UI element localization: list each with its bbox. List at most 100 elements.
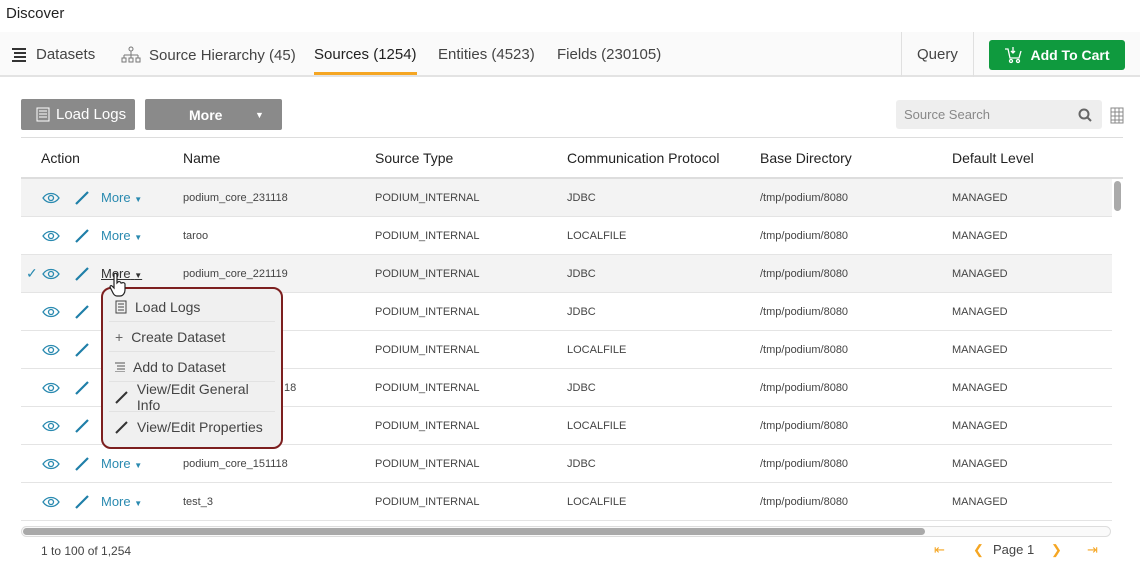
caret-down-icon: ▼ [134, 195, 143, 204]
pencil-icon[interactable] [74, 494, 90, 510]
table-row[interactable]: More ▼ podium_core_151118 PODIUM_INTERNAL J… [21, 445, 1112, 483]
column-header-source-type[interactable]: Source Type [375, 150, 453, 166]
next-page-icon[interactable]: ❯ [1051, 542, 1062, 558]
row-more-dropdown[interactable]: More ▼ [101, 456, 142, 471]
list-icon [115, 362, 125, 372]
cell-default-level: MANAGED [952, 420, 1008, 432]
column-header-name[interactable]: Name [183, 150, 220, 166]
eye-icon[interactable] [42, 192, 60, 204]
tab-entities[interactable]: Entities (4523) [438, 46, 535, 63]
more-dropdown-button[interactable]: More ▼ [145, 99, 282, 130]
hierarchy-icon [121, 46, 141, 63]
menu-item-add-to-dataset[interactable]: Add to Dataset [109, 352, 275, 382]
scroll-thumb[interactable] [1114, 181, 1121, 211]
horizontal-scrollbar[interactable] [21, 526, 1111, 537]
button-label: More [189, 106, 223, 123]
cell-base-directory: /tmp/podium/8080 [760, 344, 849, 356]
caret-down-icon: ▼ [255, 109, 264, 120]
tab-label: Query [917, 46, 958, 63]
pencil-icon[interactable] [74, 266, 90, 282]
row-more-dropdown[interactable]: More ▼ [101, 190, 142, 205]
hand-cursor-icon [109, 272, 126, 297]
cell-base-directory: /tmp/podium/8080 [760, 306, 849, 318]
last-page-icon[interactable]: ⇥ [1087, 542, 1098, 558]
cell-default-level: MANAGED [952, 230, 1008, 242]
pencil-icon[interactable] [74, 456, 90, 472]
pencil-icon[interactable] [74, 418, 90, 434]
eye-icon[interactable] [42, 420, 60, 432]
cell-source-type: PODIUM_INTERNAL [375, 192, 480, 204]
row-more-dropdown[interactable]: More ▼ [101, 494, 142, 509]
more-label: More [101, 228, 131, 243]
menu-item-load-logs[interactable]: Load Logs [109, 292, 275, 322]
cell-name[interactable]: podium_core_221119 [183, 268, 288, 280]
tab-label: Entities (4523) [438, 46, 535, 63]
tab-source-hierarchy[interactable]: Source Hierarchy (45) [121, 46, 296, 64]
pencil-icon[interactable] [74, 190, 90, 206]
cell-name[interactable]: test_3 [183, 496, 213, 508]
eye-icon[interactable] [42, 458, 60, 470]
menu-item-view-edit-general-info[interactable]: View/Edit General Info [109, 381, 275, 413]
eye-icon[interactable] [42, 306, 60, 318]
first-page-icon[interactable]: ⇤ [934, 542, 945, 558]
page-indicator: Page 1 [993, 542, 1035, 557]
vertical-scrollbar[interactable] [1112, 179, 1123, 522]
cell-default-level: MANAGED [952, 458, 1008, 470]
menu-item-create-dataset[interactable]: + Create Dataset [109, 322, 275, 352]
cell-name[interactable]: podium_core_151118 [183, 458, 288, 470]
divider [901, 32, 902, 77]
cell-protocol: LOCALFILE [567, 496, 627, 508]
more-label: More [101, 456, 131, 471]
pencil-icon[interactable] [74, 304, 90, 320]
table-row[interactable]: More ▼ test_3 PODIUM_INTERNAL LOCALFILE/tmp… [21, 483, 1112, 521]
cell-source-type: PODIUM_INTERNAL [375, 496, 480, 508]
eye-icon[interactable] [42, 268, 60, 280]
add-to-cart-button[interactable]: Add To Cart [989, 40, 1125, 70]
more-label: More [101, 190, 131, 205]
menu-item-view-edit-properties[interactable]: View/Edit Properties [109, 412, 275, 442]
cell-source-type: PODIUM_INTERNAL [375, 230, 480, 242]
cell-source-type: PODIUM_INTERNAL [375, 458, 480, 470]
column-header-protocol[interactable]: Communication Protocol [567, 150, 720, 166]
log-icon [115, 300, 127, 313]
cell-protocol: JDBC [567, 458, 596, 470]
row-more-dropdown[interactable]: More ▼ [101, 228, 142, 243]
cell-name[interactable]: taroo [183, 230, 208, 242]
cart-icon [1005, 47, 1023, 64]
eye-icon[interactable] [42, 382, 60, 394]
eye-icon[interactable] [42, 344, 60, 356]
cell-name[interactable]: 18 [284, 382, 296, 394]
pencil-icon[interactable] [74, 342, 90, 358]
menu-item-label: View/Edit Properties [137, 419, 263, 435]
pencil-icon[interactable] [74, 380, 90, 396]
cell-name[interactable]: podium_core_231118 [183, 192, 288, 204]
eye-icon[interactable] [42, 496, 60, 508]
query-tab[interactable]: Query [917, 46, 958, 63]
scroll-thumb[interactable] [23, 528, 925, 535]
prev-page-icon[interactable]: ❮ [973, 542, 984, 558]
column-chooser-icon[interactable] [1110, 107, 1124, 124]
source-search-input[interactable]: Source Search [896, 100, 1102, 129]
column-header-default-level[interactable]: Default Level [952, 150, 1034, 166]
cell-protocol: JDBC [567, 268, 596, 280]
cell-default-level: MANAGED [952, 382, 1008, 394]
search-icon[interactable] [1078, 108, 1092, 122]
tab-sources[interactable]: Sources (1254) [314, 46, 417, 75]
cell-protocol: LOCALFILE [567, 230, 627, 242]
table-row[interactable]: More ▼ podium_core_231118 PODIUM_INTERNAL J… [21, 179, 1112, 217]
menu-lines-icon [12, 47, 26, 62]
pencil-icon[interactable] [74, 228, 90, 244]
table-row[interactable]: More ▼ taroo PODIUM_INTERNAL LOCALFILE/tmp/… [21, 217, 1112, 255]
tab-label: Sources (1254) [314, 46, 417, 63]
cell-protocol: JDBC [567, 382, 596, 394]
eye-icon[interactable] [42, 230, 60, 242]
button-label: Add To Cart [1030, 47, 1110, 63]
divider [973, 32, 974, 77]
load-logs-button[interactable]: Load Logs [21, 99, 135, 130]
column-header-base-directory[interactable]: Base Directory [760, 150, 852, 166]
caret-down-icon: ▼ [134, 499, 143, 508]
tab-label: Datasets [36, 46, 96, 63]
cell-protocol: LOCALFILE [567, 344, 627, 356]
tab-datasets[interactable]: Datasets [10, 46, 95, 63]
tab-fields[interactable]: Fields (230105) [557, 46, 661, 63]
